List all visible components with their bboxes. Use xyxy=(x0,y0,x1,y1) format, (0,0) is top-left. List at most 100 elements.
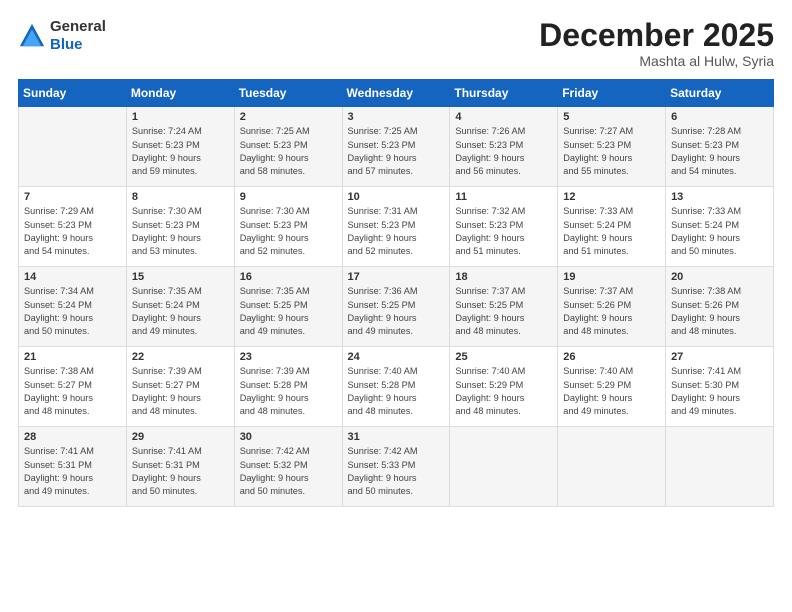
cell-content: Sunrise: 7:30 AMSunset: 5:23 PMDaylight:… xyxy=(132,205,229,258)
day-number: 10 xyxy=(348,191,445,203)
cell-content: Sunrise: 7:29 AMSunset: 5:23 PMDaylight:… xyxy=(24,205,121,258)
month-title: December 2025 xyxy=(539,18,774,53)
day-number: 28 xyxy=(24,431,121,443)
day-number: 25 xyxy=(455,351,552,363)
cell-content: Sunrise: 7:25 AMSunset: 5:23 PMDaylight:… xyxy=(348,125,445,178)
calendar-cell xyxy=(558,427,666,507)
calendar-cell: 18 Sunrise: 7:37 AMSunset: 5:25 PMDayligh… xyxy=(450,267,558,347)
calendar-week-row: 1Sunrise: 7:24 AMSunset: 5:23 PMDaylight… xyxy=(19,107,774,187)
day-number: 30 xyxy=(240,431,337,443)
calendar-cell: 31 Sunrise: 7:42 AMSunset: 5:33 PMDayligh… xyxy=(342,427,450,507)
calendar-week-row: 21Sunrise: 7:38 AMSunset: 5:27 PMDayligh… xyxy=(19,347,774,427)
cell-content: Sunrise: 7:40 AMSunset: 5:29 PMDaylight:… xyxy=(455,365,552,418)
cell-content: Sunrise: 7:35 AMSunset: 5:25 PMDaylight:… xyxy=(240,285,337,338)
day-number: 23 xyxy=(240,351,337,363)
day-number: 14 xyxy=(24,271,121,283)
logo: General Blue xyxy=(18,18,106,54)
calendar-cell: 22Sunrise: 7:39 AMSunset: 5:27 PMDayligh… xyxy=(126,347,234,427)
calendar-cell: 15 Sunrise: 7:35 AMSunset: 5:24 PMDayligh… xyxy=(126,267,234,347)
day-number: 7 xyxy=(24,191,121,203)
calendar-cell: 8 Sunrise: 7:30 AMSunset: 5:23 PMDaylight… xyxy=(126,187,234,267)
calendar-cell: 29 Sunrise: 7:41 AMSunset: 5:31 PMDayligh… xyxy=(126,427,234,507)
calendar-cell: 12Sunrise: 7:33 AMSunset: 5:24 PMDayligh… xyxy=(558,187,666,267)
calendar-header-row: SundayMondayTuesdayWednesdayThursdayFrid… xyxy=(19,80,774,107)
page: General Blue December 2025 Mashta al Hul… xyxy=(0,0,792,612)
day-number: 16 xyxy=(240,271,337,283)
day-number: 8 xyxy=(132,191,229,203)
cell-content: Sunrise: 7:35 AMSunset: 5:24 PMDaylight:… xyxy=(132,285,229,338)
calendar-cell: 10 Sunrise: 7:31 AMSunset: 5:23 PMDayligh… xyxy=(342,187,450,267)
cell-content: Sunrise: 7:25 AMSunset: 5:23 PMDaylight:… xyxy=(240,125,337,178)
day-number: 29 xyxy=(132,431,229,443)
day-number: 26 xyxy=(563,351,660,363)
cell-content: Sunrise: 7:39 AMSunset: 5:27 PMDaylight:… xyxy=(132,365,229,418)
calendar-cell: 17Sunrise: 7:36 AMSunset: 5:25 PMDayligh… xyxy=(342,267,450,347)
calendar-header-cell: Wednesday xyxy=(342,80,450,107)
calendar-cell: 7 Sunrise: 7:29 AMSunset: 5:23 PMDaylight… xyxy=(19,187,127,267)
cell-content: Sunrise: 7:36 AMSunset: 5:25 PMDaylight:… xyxy=(348,285,445,338)
calendar-cell: 27Sunrise: 7:41 AMSunset: 5:30 PMDayligh… xyxy=(666,347,774,427)
calendar-cell: 20Sunrise: 7:38 AMSunset: 5:26 PMDayligh… xyxy=(666,267,774,347)
calendar-cell: 28 Sunrise: 7:41 AMSunset: 5:31 PMDayligh… xyxy=(19,427,127,507)
cell-content: Sunrise: 7:37 AMSunset: 5:25 PMDaylight:… xyxy=(455,285,552,338)
calendar-week-row: 7 Sunrise: 7:29 AMSunset: 5:23 PMDaylight… xyxy=(19,187,774,267)
calendar-cell xyxy=(450,427,558,507)
day-number: 6 xyxy=(671,111,768,123)
calendar-cell xyxy=(666,427,774,507)
calendar-header-cell: Thursday xyxy=(450,80,558,107)
day-number: 24 xyxy=(348,351,445,363)
calendar-cell: 30 Sunrise: 7:42 AMSunset: 5:32 PMDayligh… xyxy=(234,427,342,507)
calendar-cell: 9 Sunrise: 7:30 AMSunset: 5:23 PMDaylight… xyxy=(234,187,342,267)
calendar-cell: 6 Sunrise: 7:28 AMSunset: 5:23 PMDaylight… xyxy=(666,107,774,187)
calendar-header-cell: Friday xyxy=(558,80,666,107)
cell-content: Sunrise: 7:32 AMSunset: 5:23 PMDaylight:… xyxy=(455,205,552,258)
day-number: 11 xyxy=(455,191,552,203)
calendar-cell: 4Sunrise: 7:26 AMSunset: 5:23 PMDaylight… xyxy=(450,107,558,187)
cell-content: Sunrise: 7:42 AMSunset: 5:32 PMDaylight:… xyxy=(240,445,337,498)
calendar-cell: 25 Sunrise: 7:40 AMSunset: 5:29 PMDayligh… xyxy=(450,347,558,427)
title-block: December 2025 Mashta al Hulw, Syria xyxy=(539,18,774,69)
day-number: 1 xyxy=(132,111,229,123)
day-number: 9 xyxy=(240,191,337,203)
logo-general: General xyxy=(50,18,106,35)
calendar-cell: 2 Sunrise: 7:25 AMSunset: 5:23 PMDaylight… xyxy=(234,107,342,187)
calendar-cell: 19Sunrise: 7:37 AMSunset: 5:26 PMDayligh… xyxy=(558,267,666,347)
cell-content: Sunrise: 7:41 AMSunset: 5:30 PMDaylight:… xyxy=(671,365,768,418)
cell-content: Sunrise: 7:37 AMSunset: 5:26 PMDaylight:… xyxy=(563,285,660,338)
day-number: 31 xyxy=(348,431,445,443)
calendar-header-cell: Saturday xyxy=(666,80,774,107)
calendar-cell: 13Sunrise: 7:33 AMSunset: 5:24 PMDayligh… xyxy=(666,187,774,267)
calendar-header-cell: Tuesday xyxy=(234,80,342,107)
calendar-cell: 3Sunrise: 7:25 AMSunset: 5:23 PMDaylight… xyxy=(342,107,450,187)
cell-content: Sunrise: 7:41 AMSunset: 5:31 PMDaylight:… xyxy=(24,445,121,498)
cell-content: Sunrise: 7:31 AMSunset: 5:23 PMDaylight:… xyxy=(348,205,445,258)
cell-content: Sunrise: 7:38 AMSunset: 5:26 PMDaylight:… xyxy=(671,285,768,338)
calendar-cell: 16 Sunrise: 7:35 AMSunset: 5:25 PMDayligh… xyxy=(234,267,342,347)
cell-content: Sunrise: 7:42 AMSunset: 5:33 PMDaylight:… xyxy=(348,445,445,498)
cell-content: Sunrise: 7:39 AMSunset: 5:28 PMDaylight:… xyxy=(240,365,337,418)
cell-content: Sunrise: 7:40 AMSunset: 5:28 PMDaylight:… xyxy=(348,365,445,418)
cell-content: Sunrise: 7:38 AMSunset: 5:27 PMDaylight:… xyxy=(24,365,121,418)
day-number: 2 xyxy=(240,111,337,123)
calendar-cell: 14 Sunrise: 7:34 AMSunset: 5:24 PMDayligh… xyxy=(19,267,127,347)
calendar-week-row: 28 Sunrise: 7:41 AMSunset: 5:31 PMDayligh… xyxy=(19,427,774,507)
cell-content: Sunrise: 7:28 AMSunset: 5:23 PMDaylight:… xyxy=(671,125,768,178)
calendar-header-cell: Monday xyxy=(126,80,234,107)
logo-text: General Blue xyxy=(50,18,106,54)
day-number: 13 xyxy=(671,191,768,203)
day-number: 4 xyxy=(455,111,552,123)
cell-content: Sunrise: 7:41 AMSunset: 5:31 PMDaylight:… xyxy=(132,445,229,498)
cell-content: Sunrise: 7:27 AMSunset: 5:23 PMDaylight:… xyxy=(563,125,660,178)
calendar-cell: 1Sunrise: 7:24 AMSunset: 5:23 PMDaylight… xyxy=(126,107,234,187)
location: Mashta al Hulw, Syria xyxy=(539,53,774,69)
cell-content: Sunrise: 7:34 AMSunset: 5:24 PMDaylight:… xyxy=(24,285,121,338)
header: General Blue December 2025 Mashta al Hul… xyxy=(18,18,774,69)
calendar-cell: 11 Sunrise: 7:32 AMSunset: 5:23 PMDayligh… xyxy=(450,187,558,267)
calendar-week-row: 14 Sunrise: 7:34 AMSunset: 5:24 PMDayligh… xyxy=(19,267,774,347)
cell-content: Sunrise: 7:33 AMSunset: 5:24 PMDaylight:… xyxy=(563,205,660,258)
logo-blue: Blue xyxy=(50,36,83,53)
day-number: 18 xyxy=(455,271,552,283)
day-number: 15 xyxy=(132,271,229,283)
cell-content: Sunrise: 7:30 AMSunset: 5:23 PMDaylight:… xyxy=(240,205,337,258)
calendar-cell: 24 Sunrise: 7:40 AMSunset: 5:28 PMDayligh… xyxy=(342,347,450,427)
